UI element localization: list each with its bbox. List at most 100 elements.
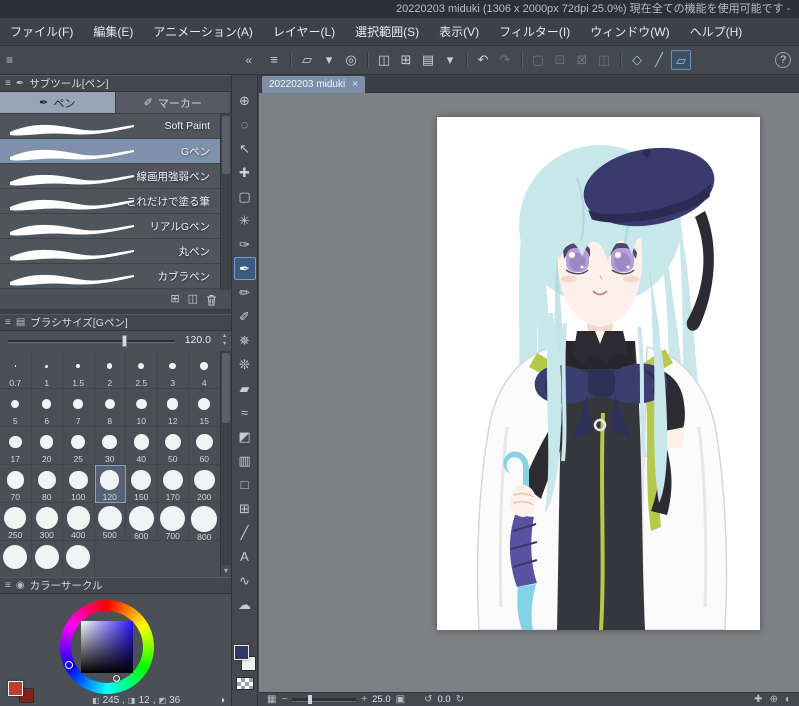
menu-view[interactable]: 表示(V) [429, 18, 489, 46]
collapse-dock-icon[interactable]: « [245, 53, 252, 67]
brush-item[interactable]: カブラペン [0, 264, 220, 289]
brush-size-cell[interactable]: 7 [63, 389, 95, 427]
brush-size-slider-handle[interactable] [122, 335, 128, 347]
tool-fill[interactable]: ◩ [234, 425, 256, 448]
brush-size-cell[interactable]: 800 [189, 503, 221, 542]
brush-size-cell-partial[interactable] [63, 541, 95, 577]
panel-menu-icon[interactable]: ≡ [6, 53, 13, 67]
brush-size-cell[interactable]: 17 [0, 427, 32, 465]
brush-size-cell[interactable]: 100 [63, 465, 95, 503]
menu-layer[interactable]: レイヤー(L) [263, 18, 345, 46]
brush-size-cell[interactable]: 120 [94, 465, 126, 503]
print-icon[interactable]: ▤ [418, 50, 438, 70]
brush-size-cell[interactable]: 300 [31, 503, 63, 541]
tool-blend[interactable]: ≈ [234, 401, 256, 424]
brush-size-cell[interactable]: 80 [31, 465, 63, 503]
display-mode-icon[interactable]: ◐ [785, 693, 791, 706]
tool-eraser[interactable]: ▰ [234, 377, 256, 400]
size-grid-scrollbar[interactable]: ▾ [220, 351, 231, 577]
brush-size-cell[interactable]: 0.7 [0, 351, 32, 389]
brush-size-stepper[interactable]: ▴ ▾ [223, 332, 226, 348]
redo-icon[interactable]: ↷ [495, 50, 515, 70]
navigator-icon[interactable]: ▦ [267, 693, 276, 706]
panel-menu-icon[interactable]: ≡ [5, 78, 11, 89]
close-icon[interactable]: × [352, 79, 358, 90]
register-material-icon[interactable]: ◎ [341, 50, 361, 70]
rotate-right-icon[interactable]: ↻ [456, 693, 464, 706]
paste-new-icon[interactable]: ⊞ [396, 50, 416, 70]
tool-auto-select[interactable]: ✳ [234, 209, 256, 232]
brush-item[interactable]: これだけで塗る筆 [0, 189, 220, 214]
brush-size-value[interactable]: 120.0 [185, 334, 211, 346]
tool-figure[interactable]: □ [234, 473, 256, 496]
brush-item[interactable]: Soft Paint [0, 114, 220, 139]
brush-list-scrollbar[interactable] [220, 114, 231, 290]
tool-operate[interactable]: ↖ [234, 137, 256, 160]
brush-item[interactable]: 丸ペン [0, 239, 220, 264]
menu-edit[interactable]: 編集(E) [83, 18, 143, 46]
brush-size-cell[interactable]: 12 [157, 389, 189, 427]
snap-to-grid-icon[interactable]: ▱ [671, 50, 691, 70]
tool-pencil[interactable]: ✏ [234, 281, 256, 304]
tool-zoom[interactable]: ⊕ [234, 89, 256, 112]
menu-filter[interactable]: フィルター(I) [489, 18, 580, 46]
brush-size-cell[interactable]: 700 [157, 503, 189, 541]
tool-gradient[interactable]: ▥ [234, 449, 256, 472]
import-subtool-icon[interactable]: ⊞ [170, 294, 179, 305]
brush-size-cell[interactable]: 8 [94, 389, 126, 427]
brush-size-cell[interactable]: 1.5 [63, 351, 95, 389]
tool-ruler[interactable]: ╱ [234, 521, 256, 544]
brush-size-cell[interactable]: 4 [189, 351, 221, 389]
tool-balloon[interactable]: ☁ [234, 593, 256, 616]
brush-size-cell[interactable]: 170 [157, 465, 189, 503]
menu-selection[interactable]: 選択範囲(S) [345, 18, 429, 46]
zoom-tool-icon[interactable]: ⊕ [770, 693, 778, 706]
deselect-icon[interactable]: ▢ [528, 50, 548, 70]
brush-size-cell[interactable]: 6 [31, 389, 63, 427]
front-color-swatch[interactable] [8, 681, 23, 696]
scroll-down-icon[interactable]: ▾ [221, 565, 231, 577]
brush-size-cell[interactable]: 150 [126, 465, 158, 503]
color-wheel[interactable] [60, 600, 154, 694]
brush-size-cell[interactable]: 2.5 [126, 351, 158, 389]
brush-size-cell[interactable]: 2 [94, 351, 126, 389]
document-tab[interactable]: 20220203 miduki × [262, 76, 366, 93]
scrollbar-thumb[interactable] [222, 116, 230, 174]
delete-subtool-icon[interactable] [206, 294, 217, 306]
menu-animation[interactable]: アニメーション(A) [143, 18, 263, 46]
duplicate-subtool-icon[interactable]: ◫ [188, 294, 198, 305]
tool-decoration[interactable]: ❊ [234, 353, 256, 376]
zoom-in-icon[interactable]: + [361, 693, 367, 706]
brush-size-cell[interactable]: 15 [189, 389, 221, 427]
tool-text[interactable]: A [234, 545, 256, 568]
brush-size-cell[interactable]: 30 [94, 427, 126, 465]
brush-size-cell[interactable]: 20 [31, 427, 63, 465]
copy-icon[interactable]: ◫ [374, 50, 394, 70]
selection-border-icon[interactable]: ◫ [594, 50, 614, 70]
tool-marquee[interactable]: ▢ [234, 185, 256, 208]
hue-marker[interactable] [65, 661, 73, 669]
chevron-down-icon[interactable]: ▾ [319, 50, 339, 70]
tool-pan[interactable]: ◌ [234, 113, 256, 136]
new-canvas-icon[interactable]: ▱ [297, 50, 317, 70]
tool-airbrush[interactable]: ✵ [234, 329, 256, 352]
zoom-value[interactable]: 25.0 [372, 694, 391, 705]
main-menu-icon[interactable]: ≡ [264, 50, 284, 70]
zoom-out-icon[interactable]: − [281, 693, 287, 706]
move-canvas-icon[interactable]: ✚ [754, 693, 762, 706]
snap-to-special-ruler-icon[interactable]: ╱ [649, 50, 669, 70]
invert-selection-icon[interactable]: ⊠ [572, 50, 592, 70]
zoom-slider[interactable] [292, 695, 357, 704]
brush-size-cell[interactable]: 500 [94, 503, 126, 541]
tool-brush[interactable]: ✐ [234, 305, 256, 328]
menu-window[interactable]: ウィンドウ(W) [580, 18, 679, 46]
step-up-icon[interactable]: ▴ [223, 332, 226, 340]
brush-size-cell[interactable]: 60 [189, 427, 221, 465]
brush-size-cell[interactable]: 70 [0, 465, 32, 503]
brush-size-cell[interactable]: 200 [189, 465, 221, 503]
brush-size-cell[interactable]: 400 [63, 503, 95, 541]
tool-layer-move[interactable]: ✚ [234, 161, 256, 184]
panel-menu-icon[interactable]: ≡ [5, 580, 11, 591]
brush-item[interactable]: 線画用強弱ペン [0, 164, 220, 189]
subtool-tab-pen[interactable]: ✒ ペン [0, 92, 116, 113]
